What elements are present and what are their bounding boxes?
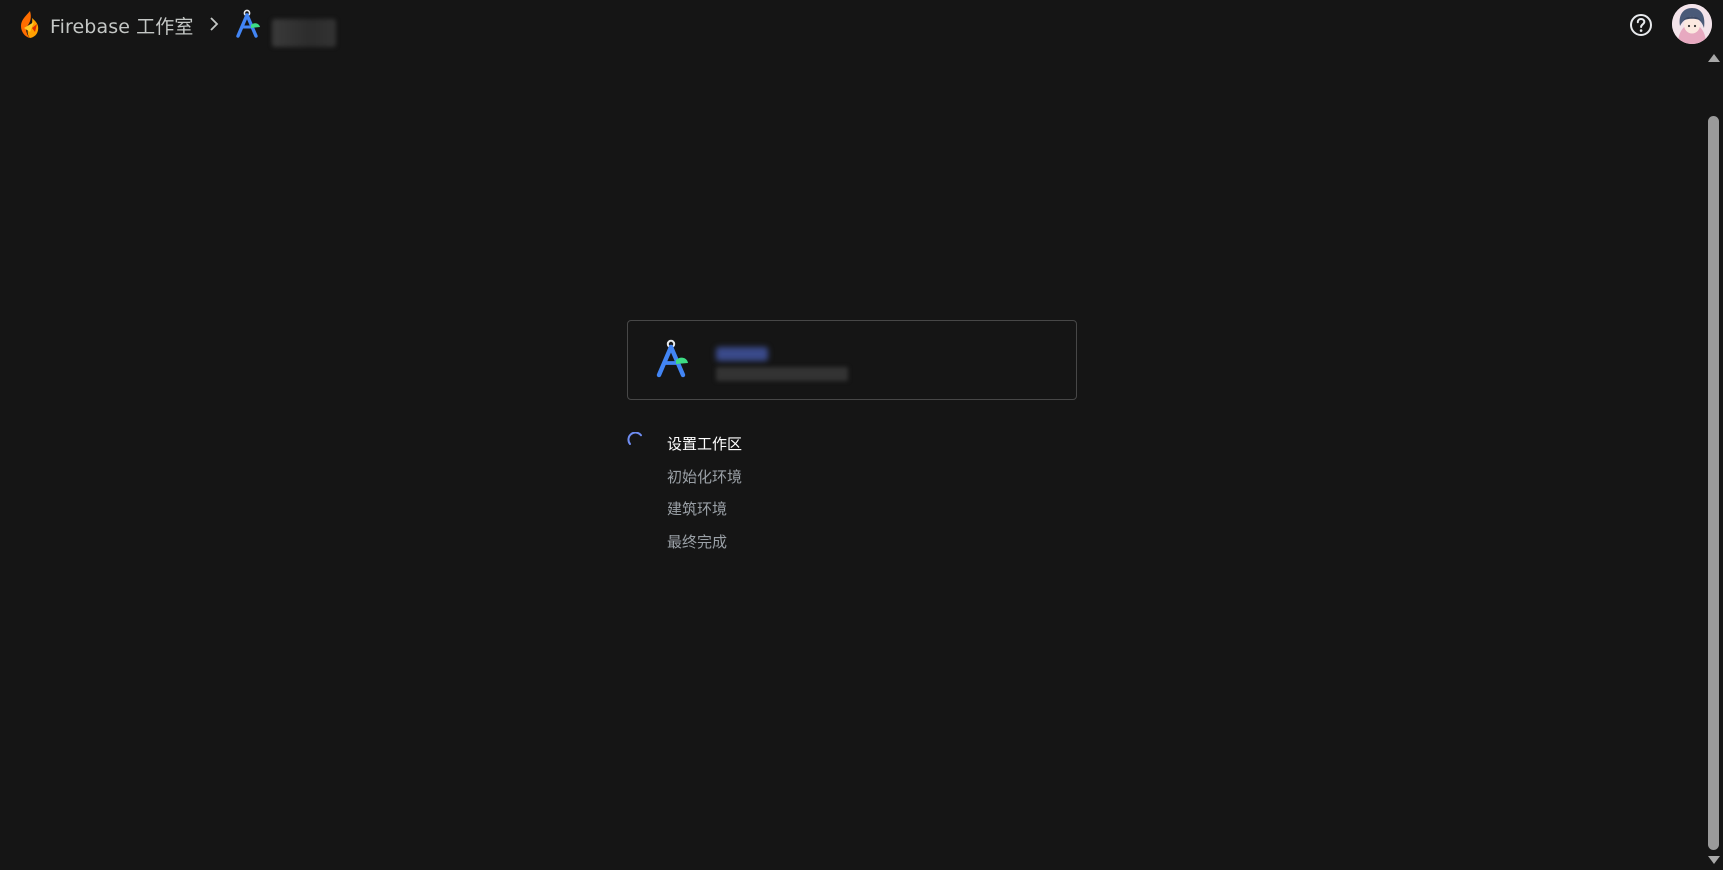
chevron-right-icon: [210, 17, 219, 31]
step-init-environment: 初始化环境: [667, 468, 743, 486]
step-finalize: 最终完成: [667, 533, 728, 551]
user-avatar[interactable]: [1672, 4, 1712, 44]
step-setup-workspace: 设置工作区: [667, 435, 743, 453]
workspace-name-redacted: [716, 347, 768, 361]
top-bar: Firebase 工作室: [0, 0, 1712, 50]
step-build-environment: 建筑环境: [667, 500, 728, 518]
brand-title[interactable]: Firebase 工作室: [50, 12, 193, 39]
avatar-image: [1672, 4, 1712, 44]
app-root: Firebase 工作室 设置工作区 初始化环境 建筑环境 最终完成: [0, 0, 1723, 870]
loading-spinner-icon: [627, 432, 642, 445]
scroll-thumb[interactable]: [1708, 116, 1719, 850]
vertical-scrollbar[interactable]: [1704, 50, 1723, 870]
scroll-down-arrow-icon[interactable]: [1708, 856, 1720, 864]
help-circle-icon[interactable]: [1628, 12, 1654, 38]
workspace-card: [627, 320, 1077, 400]
scroll-up-arrow-icon[interactable]: [1708, 54, 1720, 62]
android-studio-icon[interactable]: [234, 9, 262, 39]
workspace-subtitle-redacted: [716, 367, 848, 381]
android-studio-icon: [656, 339, 688, 378]
project-name-redacted[interactable]: [272, 19, 336, 47]
firebase-studio-logo-icon[interactable]: [16, 10, 42, 40]
